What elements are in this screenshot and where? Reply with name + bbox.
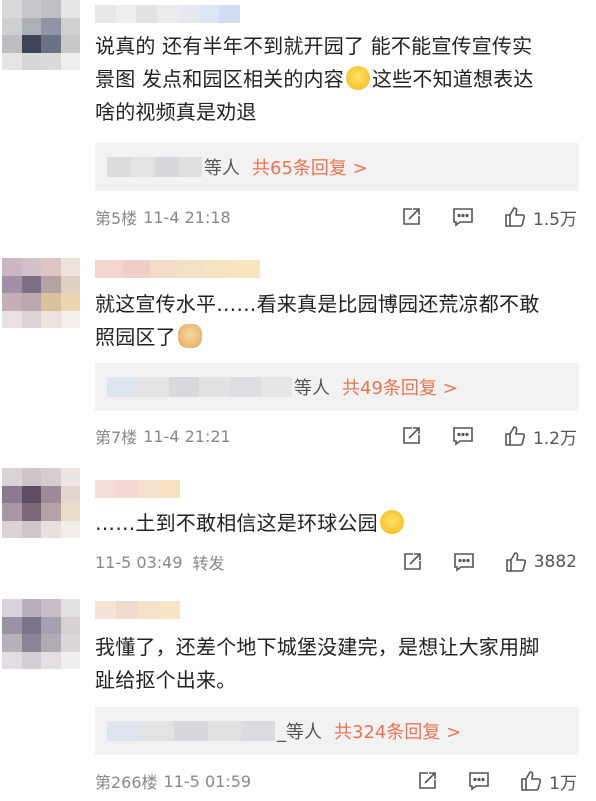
timestamp: 11-4 21:21 — [143, 426, 231, 446]
comment-text: 就这宣传水平……看来真是比园博园还荒凉都不敢 照园区了 — [95, 292, 540, 349]
action-bar: 1.2万 — [399, 424, 577, 449]
username[interactable] — [95, 260, 260, 278]
floor-number: 第7楼 — [95, 428, 138, 447]
avatar[interactable] — [2, 468, 80, 538]
avatar[interactable] — [2, 0, 80, 70]
comment-text: 我懂了，还差个地下城堡没建完，是想让大家用脚 趾给抠个出来。 — [95, 635, 540, 692]
timestamp: 11-4 21:18 — [143, 207, 231, 227]
reply-preview[interactable]: 等人 共49条回复 > — [95, 363, 579, 411]
comment-meta: 第5楼 11-4 21:18 1.5万 — [95, 205, 585, 230]
comment-icon[interactable] — [451, 424, 475, 448]
share-icon[interactable] — [399, 424, 423, 448]
reply-count-link[interactable]: 共65条回复 > — [252, 154, 368, 180]
reply-suffix: 等人 — [294, 378, 330, 399]
comment-meta: 第266楼 11-5 01:59 1万 — [95, 769, 585, 794]
reply-count-link[interactable]: 共49条回复 > — [342, 374, 458, 400]
like-count: 3882 — [533, 552, 577, 572]
username[interactable] — [95, 480, 180, 498]
reply-preview[interactable]: _等人 共324条回复 > — [95, 707, 579, 755]
comment-meta: 11-5 03:49 转发 3882 — [95, 550, 585, 574]
comment-item: 就这宣传水平……看来真是比园博园还荒凉都不敢 照园区了 等人 共49条回复 > … — [0, 250, 596, 450]
thumbs-up-icon[interactable] — [504, 550, 528, 574]
comment-item: 说真的 还有半年不到就开园了 能不能宣传宣传实 景图 发点和园区相关的内容 这些不… — [0, 0, 596, 240]
username[interactable] — [95, 601, 180, 619]
floor-number: 第266楼 — [95, 773, 158, 792]
like-count: 1万 — [549, 773, 577, 794]
doge-icon — [177, 324, 202, 348]
comment-text: 说真的 还有半年不到就开园了 能不能宣传宣传实 景图 发点和园区相关的内容 这些不… — [95, 34, 534, 124]
thumbs-up-icon[interactable] — [503, 205, 527, 229]
like-count: 1.5万 — [532, 209, 577, 230]
comment-text: ……土到不敢相信这是环球公园 — [95, 507, 585, 540]
laughing-tears-icon — [345, 66, 370, 90]
comment-meta: 第7楼 11-4 21:21 1.2万 — [95, 424, 585, 449]
comment-icon[interactable] — [467, 769, 491, 793]
reply-suffix: 等人 — [204, 158, 240, 179]
comment-item: ……土到不敢相信这是环球公园 11-5 03:49 转发 3882 — [0, 462, 596, 587]
shy-face-icon — [379, 510, 404, 534]
like-count: 1.2万 — [532, 428, 577, 449]
action-bar: 1万 — [415, 769, 577, 794]
forward-link[interactable]: 转发 — [193, 550, 225, 574]
action-bar: 1.5万 — [399, 205, 577, 230]
reply-suffix: _等人 — [277, 722, 322, 743]
comment-icon[interactable] — [452, 550, 476, 574]
thumbs-up-icon[interactable] — [519, 769, 543, 793]
comment-icon[interactable] — [451, 205, 475, 229]
avatar[interactable] — [2, 258, 80, 328]
reply-usernames — [107, 377, 292, 397]
share-icon[interactable] — [415, 769, 439, 793]
share-icon[interactable] — [399, 205, 423, 229]
reply-count-link[interactable]: 共324条回复 > — [334, 718, 461, 744]
avatar[interactable] — [2, 599, 80, 669]
floor-number: 第5楼 — [95, 209, 138, 228]
action-bar: 3882 — [400, 550, 577, 574]
timestamp: 11-5 03:49 — [95, 552, 183, 572]
thumbs-up-icon[interactable] — [503, 424, 527, 448]
share-icon[interactable] — [400, 550, 424, 574]
reply-usernames — [107, 721, 275, 741]
comment-item: 我懂了，还差个地下城堡没建完，是想让大家用脚 趾给抠个出来。 _等人 共324条… — [0, 595, 596, 801]
timestamp: 11-5 01:59 — [163, 771, 252, 791]
reply-usernames — [107, 157, 202, 177]
username[interactable] — [95, 5, 240, 23]
reply-preview[interactable]: 等人 共65条回复 > — [95, 143, 579, 191]
